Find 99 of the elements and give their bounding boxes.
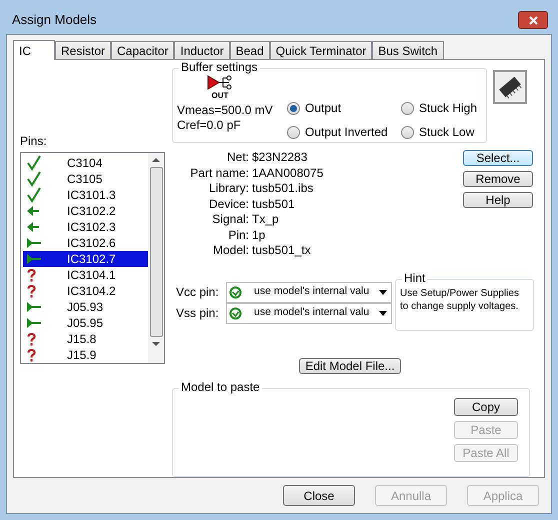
output-pin-icon — [27, 238, 41, 248]
pin-name: J05.95 — [67, 317, 104, 329]
pin-item[interactable]: J15.8 — [23, 331, 148, 347]
pin-item[interactable]: J05.93 — [23, 299, 148, 315]
scrollbar[interactable] — [148, 153, 164, 363]
cref-text: Cref=0.0 pF — [177, 118, 241, 133]
pin-item[interactable]: IC3102.3 — [23, 219, 148, 235]
side-button[interactable]: Select... — [463, 150, 533, 166]
info-label: Model: — [212, 243, 250, 258]
info-value: 1p — [252, 228, 266, 243]
tab[interactable]: Bus Switch — [372, 41, 444, 59]
radio-button[interactable] — [401, 102, 414, 114]
output-pin-icon — [27, 318, 41, 328]
pin-item[interactable]: C3104 — [23, 155, 148, 171]
info-label: Pin: — [227, 228, 250, 243]
tab[interactable]: Bead — [230, 41, 270, 59]
info-label: Part name: — [189, 166, 250, 181]
dropdown-value: use model's internal valu — [254, 284, 370, 300]
info-value: tusb501.ibs — [252, 181, 314, 196]
question-mark-icon — [27, 268, 36, 282]
radio-button[interactable] — [401, 126, 414, 138]
pin-name: IC3101.3 — [67, 189, 116, 201]
symbol-label: OUT — [212, 92, 228, 100]
question-mark-icon — [27, 348, 36, 362]
supply-pin-label: Vcc pin: — [176, 284, 220, 301]
question-mark-icon — [27, 332, 36, 346]
dialog-button[interactable]: Close — [283, 485, 355, 506]
model-icon — [229, 286, 242, 298]
supply-pin-label: Vss pin: — [176, 305, 220, 322]
scroll-thumb[interactable] — [150, 167, 162, 337]
radio-label: Stuck Low — [419, 124, 474, 141]
pin-item[interactable]: IC3102.6 — [23, 235, 148, 251]
info-value: Tx_p — [252, 212, 279, 228]
info-value: $23N2283 — [252, 150, 308, 166]
pin-name: IC3102.7 — [67, 253, 116, 265]
output-pin-icon — [27, 302, 41, 312]
pin-item[interactable]: J15.9 — [23, 347, 148, 363]
pin-name: IC3104.1 — [67, 269, 116, 281]
group-title: Model to paste — [179, 380, 262, 392]
info-label: Device: — [208, 196, 250, 212]
side-button[interactable]: Help — [463, 192, 533, 208]
paste-panel-button[interactable]: Copy — [454, 398, 518, 416]
left-arrow-icon — [27, 222, 39, 232]
vmeas-text: Vmeas=500.0 mV — [177, 103, 273, 118]
info-value: tusb501 — [252, 196, 295, 212]
pin-name: J15.9 — [67, 349, 96, 361]
tab[interactable]: Resistor — [55, 41, 112, 59]
radio-button[interactable] — [287, 126, 300, 138]
window-title: Assign Models — [12, 11, 98, 30]
supply-dropdown[interactable]: use model's internal valu — [226, 302, 392, 324]
pin-item[interactable]: IC3104.2 — [23, 283, 148, 299]
info-label: Library: — [208, 181, 250, 196]
side-button[interactable]: Remove — [463, 171, 533, 187]
pin-name: J15.8 — [67, 333, 96, 345]
pin-item[interactable]: IC3102.7 — [23, 251, 148, 267]
info-label: Signal: — [211, 212, 250, 228]
tab[interactable]: Inductor — [174, 41, 230, 59]
pin-name: IC3104.2 — [67, 285, 116, 297]
checkmark-icon — [27, 171, 41, 187]
radio-button[interactable] — [287, 102, 300, 114]
pin-item[interactable]: J05.95 — [23, 315, 148, 331]
edit-model-file-button[interactable]: Edit Model File... — [299, 358, 401, 374]
close-icon — [528, 16, 538, 24]
pin-name: C3104 — [67, 157, 102, 169]
pin-item[interactable]: C3105 — [23, 171, 148, 187]
buffer-symbol-icon — [207, 75, 233, 90]
supply-dropdown[interactable]: use model's internal valu — [226, 282, 392, 302]
checkmark-icon — [27, 155, 41, 171]
dropdown-caret-icon — [379, 290, 387, 294]
pin-name: IC3102.2 — [67, 205, 116, 217]
radio-label: Output — [305, 100, 342, 117]
output-pin-icon — [27, 254, 41, 264]
info-value: tusb501_tx — [252, 243, 311, 258]
left-arrow-icon — [27, 206, 39, 216]
model-icon — [229, 306, 242, 320]
pin-item[interactable]: IC3102.2 — [23, 203, 148, 219]
group-title: Hint — [402, 272, 428, 284]
group-title: Buffer settings — [179, 61, 260, 73]
pin-name: IC3102.3 — [67, 221, 116, 233]
pin-item[interactable]: IC3104.1 — [23, 267, 148, 283]
tab[interactable]: Quick Terminator — [270, 41, 372, 59]
hint-text: Use Setup/Power Supplies to change supply voltages. — [400, 286, 520, 312]
pin-name: C3105 — [67, 173, 102, 185]
tab[interactable]: IC — [13, 40, 55, 60]
info-label: Net: — [226, 150, 250, 166]
info-value: 1AAN008075 — [252, 166, 324, 181]
tab[interactable]: Capacitor — [111, 41, 174, 59]
question-mark-icon — [27, 284, 36, 298]
dropdown-value: use model's internal valu — [254, 305, 370, 320]
close-button[interactable] — [518, 11, 548, 29]
pin-item[interactable]: IC3101.3 — [23, 187, 148, 203]
ic-chip-icon — [493, 70, 527, 104]
dropdown-caret-icon — [379, 310, 387, 316]
pin-name: IC3102.6 — [67, 237, 116, 249]
pin-name: J05.93 — [67, 301, 104, 313]
radio-label: Output Inverted — [305, 124, 388, 141]
checkmark-icon — [27, 187, 41, 203]
radio-label: Stuck High — [419, 100, 478, 117]
pins-label: Pins: — [20, 133, 48, 150]
